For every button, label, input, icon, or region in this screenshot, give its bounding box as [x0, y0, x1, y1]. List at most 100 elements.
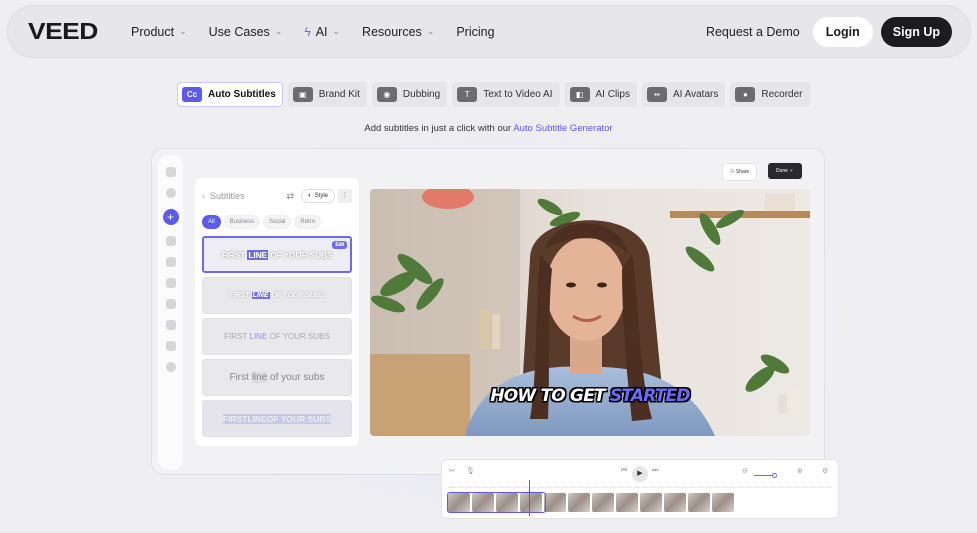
nav-item-ai[interactable]: ϟ AI ⌄: [304, 25, 340, 39]
text-icon[interactable]: [165, 278, 176, 288]
signup-button[interactable]: Sign Up: [880, 16, 952, 47]
clip-thumbnail[interactable]: [616, 493, 638, 512]
subtitle-preset-card[interactable]: First line of your subs: [202, 359, 352, 396]
subtitle-preset-card[interactable]: FIRST LINE OF YOUR SUBS: [202, 277, 352, 314]
media-icon[interactable]: [165, 188, 176, 198]
skip-back-icon[interactable]: ⏮: [621, 467, 627, 475]
clip-thumbnail[interactable]: [544, 493, 566, 512]
settings-icon[interactable]: ⚙: [822, 467, 828, 475]
swap-icon[interactable]: ⇄: [286, 191, 294, 202]
play-icon[interactable]: ▶: [632, 466, 648, 482]
done-button[interactable]: Done ✓: [768, 163, 802, 179]
edit-badge[interactable]: Edit: [332, 241, 347, 249]
palette-icon: ◐: [308, 193, 312, 199]
zoom-in-icon[interactable]: ⊕: [797, 467, 803, 475]
captions-icon: Cc: [182, 87, 202, 102]
tab-recorder[interactable]: ● Recorder: [730, 82, 810, 107]
feature-tabs: Cc Auto Subtitles ▣ Brand Kit ◉ Dubbing …: [177, 82, 810, 107]
panel-header: ‹ Subtitles ⇄ ◐ Style ⋮: [202, 186, 352, 206]
filters-icon[interactable]: [165, 362, 176, 372]
preset-highlight: LINE: [249, 332, 268, 341]
caption-highlight: STARTED: [609, 386, 691, 406]
text-to-video-icon: T: [457, 87, 478, 102]
tab-label: AI Avatars: [672, 89, 719, 100]
preset-text: OF YOUR SUBS: [270, 249, 333, 260]
preset-text: FIRST: [222, 413, 248, 424]
clip-thumbnail[interactable]: [640, 493, 662, 512]
tab-label: AI Clips: [595, 89, 630, 100]
record-rail-icon[interactable]: [165, 320, 176, 330]
tab-auto-subtitles[interactable]: Cc Auto Subtitles: [177, 82, 283, 107]
share-button[interactable]: ⚇ Share: [722, 163, 758, 181]
zoom-slider-handle[interactable]: [772, 473, 777, 478]
tab-ai-avatars[interactable]: ▪▪ AI Avatars: [641, 82, 726, 107]
style-button[interactable]: ◐ Style: [301, 189, 335, 203]
tab-text-to-video[interactable]: T Text to Video AI: [452, 82, 560, 107]
zoom-slider[interactable]: [754, 475, 774, 476]
video-caption: HOW TO GET STARTED: [370, 386, 810, 406]
nav-item-resources[interactable]: Resources ⌄: [362, 25, 434, 39]
clip-thumbnail[interactable]: [664, 493, 686, 512]
tagline: Add subtitles in just a click with our A…: [0, 123, 977, 134]
subtitle-preset-card[interactable]: Edit FIRST LINE OF YOUR SUBS: [202, 236, 352, 273]
ai-clips-icon: ◧: [569, 87, 590, 102]
elements-icon[interactable]: [165, 299, 176, 309]
playhead[interactable]: [529, 480, 530, 516]
preset-highlight: line: [251, 372, 268, 383]
brand-kit-icon: ▣: [292, 87, 313, 102]
tab-label: Recorder: [761, 89, 803, 100]
more-options-icon[interactable]: ⋮: [338, 189, 352, 203]
style-button-label: Style: [314, 193, 328, 199]
done-button-label: Done: [776, 168, 788, 174]
tab-brand-kit[interactable]: ▣ Brand Kit: [287, 82, 367, 107]
add-icon[interactable]: +: [162, 209, 179, 225]
timeline-ruler: [448, 484, 832, 488]
nav-item-pricing[interactable]: Pricing: [456, 25, 494, 39]
filter-chip-social[interactable]: Social: [263, 215, 292, 229]
subtitles-icon[interactable]: [165, 257, 176, 267]
nav-actions: Request a Demo Login Sign Up: [706, 16, 952, 47]
sparkle-icon: ϟ: [304, 24, 311, 39]
microphone-icon[interactable]: 🎙: [466, 467, 475, 475]
editor-side-rail: +: [158, 155, 183, 470]
timeline-panel: ✂ 🎙 ⏮ ▶ ⏭ ⊖ ⊕ ⚙: [441, 459, 839, 519]
filter-chip-business[interactable]: Business: [223, 215, 261, 229]
clip-thumbnail[interactable]: [568, 493, 590, 512]
tab-dubbing[interactable]: ◉ Dubbing: [371, 82, 448, 107]
chevron-down-icon: ⌄: [274, 26, 283, 36]
clip-thumbnail[interactable]: [688, 493, 710, 512]
selected-clip-outline[interactable]: [447, 492, 546, 513]
tagline-text: Add subtitles in just a click with our: [364, 123, 514, 134]
preset-text: OF YOUR SUBS: [266, 413, 332, 424]
veed-logo[interactable]: VEED: [28, 18, 143, 45]
menu-icon[interactable]: [165, 167, 176, 177]
video-preview[interactable]: HOW TO GET STARTED: [370, 189, 810, 436]
back-arrow-icon[interactable]: ‹: [202, 191, 205, 201]
tab-label: Auto Subtitles: [208, 89, 276, 100]
clip-thumbnail[interactable]: [592, 493, 614, 512]
subtitle-preset-card[interactable]: FIRST LINE OF YOUR SUBS: [202, 318, 352, 355]
avatar-icon: ▪▪: [646, 87, 667, 102]
audio-icon[interactable]: [165, 236, 176, 246]
skip-forward-icon[interactable]: ⏭: [652, 467, 658, 475]
clip-thumbnail[interactable]: [712, 493, 734, 512]
nav-item-label: Pricing: [456, 24, 495, 39]
login-button[interactable]: Login: [812, 16, 873, 47]
preset-text: First: [229, 372, 249, 383]
nav-item-use-cases[interactable]: Use Cases ⌄: [209, 25, 283, 39]
subtitle-preset-card[interactable]: FIRST LINE OF YOUR SUBS: [202, 400, 352, 437]
check-icon: ✓: [789, 168, 794, 174]
tab-ai-clips[interactable]: ◧ AI Clips: [564, 82, 637, 107]
split-icon[interactable]: ✂: [449, 467, 455, 475]
auto-subtitle-generator-link[interactable]: Auto Subtitle Generator: [513, 123, 612, 134]
request-demo-link[interactable]: Request a Demo: [706, 25, 800, 39]
filter-chip-retro[interactable]: Retro: [294, 215, 322, 229]
panel-title: Subtitles: [210, 191, 245, 201]
preset-text: FIRST: [221, 249, 246, 260]
timeline-controls: ✂ 🎙 ⏮ ▶ ⏭ ⊖ ⊕ ⚙: [442, 465, 838, 482]
nav-item-label: Resources: [362, 24, 422, 39]
zoom-out-icon[interactable]: ⊖: [742, 467, 748, 475]
nav-item-label: Use Cases: [208, 24, 270, 39]
filter-chip-all[interactable]: All: [202, 215, 221, 229]
transitions-icon[interactable]: [165, 341, 176, 351]
